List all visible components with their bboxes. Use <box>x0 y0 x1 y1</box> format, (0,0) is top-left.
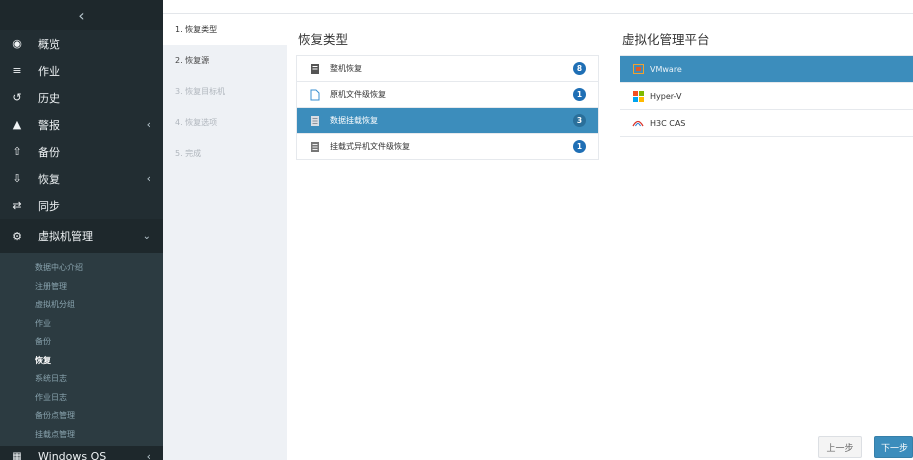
sidebar-item-dashboard[interactable]: ◉ 概览 <box>0 30 163 57</box>
history-icon: ↺ <box>12 91 22 104</box>
platform-label: Hyper-V <box>650 91 682 101</box>
sidebar-item-label: Windows OS <box>38 449 107 460</box>
file-icon <box>309 89 321 101</box>
platform-label: VMware <box>650 64 682 74</box>
restore-type-item[interactable]: 数据挂载恢复 3 <box>297 108 598 134</box>
database-mount-icon <box>309 115 321 127</box>
platform-panel: 虚拟化管理平台 VMware Hyper-V H3C CAS <box>620 30 913 137</box>
count-badge: 1 <box>573 140 586 153</box>
mount-file-icon <box>309 141 321 153</box>
restore-type-title: 恢复类型 <box>298 32 349 47</box>
restore-type-item[interactable]: 整机恢复 8 <box>297 56 598 82</box>
restore-type-label: 数据挂载恢复 <box>330 116 378 125</box>
wizard-step[interactable]: 4. 恢复选项 <box>163 107 287 138</box>
restore-type-list: 整机恢复 8 原机文件级恢复 1 数据挂载恢复 3 挂载式异机文件级恢复 1 <box>296 55 599 160</box>
restore-type-item[interactable]: 挂载式异机文件级恢复 1 <box>297 134 598 160</box>
sync-icon: ⇄ <box>12 199 22 212</box>
submenu-item[interactable]: 系统日志 <box>0 370 163 389</box>
restore-type-label: 挂载式异机文件级恢复 <box>330 142 410 151</box>
sidebar: ‹ ◉ 概览 ≡ 作业 ↺ 历史 ▲ 警报 ‹ ⇧ 备份 ⇩ 恢复 ‹ ⇄ 同步 ⚙ 虚拟机管理 ⌄ 数据中心… <box>0 0 163 460</box>
sidebar-item-label: 同步 <box>38 199 60 213</box>
count-badge: 8 <box>573 62 586 75</box>
submenu-item[interactable]: 虚拟机分组 <box>0 296 163 315</box>
sidebar-item-label: 作业 <box>38 64 60 78</box>
sidebar-item-label: 虚拟机管理 <box>38 230 93 243</box>
sidebar-item-vm-management[interactable]: ⚙ 虚拟机管理 ⌄ <box>0 219 163 253</box>
sidebar-item-sync[interactable]: ⇄ 同步 <box>0 192 163 219</box>
sidebar-nav: ◉ 概览 ≡ 作业 ↺ 历史 ▲ 警报 ‹ ⇧ 备份 ⇩ 恢复 ‹ ⇄ 同步 <box>0 30 163 219</box>
sidebar-item-label: 历史 <box>38 91 60 105</box>
submenu-item[interactable]: 作业日志 <box>0 389 163 408</box>
wizard-step[interactable]: 2. 恢复源 <box>163 45 287 76</box>
vmware-icon <box>632 63 644 75</box>
chevron-left-icon: ‹ <box>146 118 151 131</box>
wizard-step[interactable]: 5. 完成 <box>163 138 287 169</box>
chevron-left-icon: ‹ <box>146 172 151 185</box>
platform-label: H3C CAS <box>650 118 686 128</box>
restore-type-label: 原机文件级恢复 <box>330 90 386 99</box>
sidebar-item-label: 概览 <box>38 37 60 51</box>
full-machine-icon <box>309 63 321 75</box>
warning-icon: ▲ <box>12 118 22 131</box>
submenu-item[interactable]: 注册管理 <box>0 278 163 297</box>
submenu-item[interactable]: 数据中心介绍 <box>0 259 163 278</box>
h3c-cas-icon <box>632 117 644 129</box>
platform-title: 虚拟化管理平台 <box>622 32 710 47</box>
count-badge: 3 <box>573 114 586 127</box>
count-badge: 1 <box>573 88 586 101</box>
windows-icon: ▦ <box>12 450 22 460</box>
platform-item[interactable]: H3C CAS <box>620 110 913 137</box>
list-icon: ≡ <box>12 64 22 77</box>
restore-type-panel: 恢复类型 整机恢复 8 原机文件级恢复 1 数据挂载恢复 3 挂载式异机文件级恢复 1 <box>296 30 599 160</box>
chevron-left-icon: ‹ <box>146 449 151 460</box>
vm-management-icon: ⚙ <box>12 229 22 243</box>
wizard-steps: 1. 恢复类型 2. 恢复源 3. 恢复目标机 4. 恢复选项 5. 完成 <box>163 14 287 460</box>
prev-button[interactable]: 上一步 <box>818 436 862 458</box>
sidebar-item-history[interactable]: ↺ 历史 <box>0 84 163 111</box>
sidebar-item-label: 恢复 <box>38 172 60 186</box>
wizard-step[interactable]: 1. 恢复类型 <box>163 14 287 45</box>
sidebar-item-warning[interactable]: ▲ 警报 ‹ <box>0 111 163 138</box>
upload-icon: ⇧ <box>12 145 22 158</box>
platform-item[interactable]: VMware <box>620 56 913 83</box>
submenu-item[interactable]: 恢复 <box>0 352 163 371</box>
submenu-item[interactable]: 备份点管理 <box>0 407 163 426</box>
sidebar-item-download[interactable]: ⇩ 恢复 ‹ <box>0 165 163 192</box>
sidebar-item-list[interactable]: ≡ 作业 <box>0 57 163 84</box>
download-icon: ⇩ <box>12 172 22 185</box>
next-button[interactable]: 下一步 <box>874 436 913 458</box>
chevron-down-icon: ⌄ <box>142 230 151 242</box>
app-root: ‹ ◉ 概览 ≡ 作业 ↺ 历史 ▲ 警报 ‹ ⇧ 备份 ⇩ 恢复 ‹ ⇄ 同步 ⚙ 虚拟机管理 ⌄ 数据中心… <box>0 0 913 460</box>
sidebar-toggle[interactable]: ‹ <box>0 0 163 30</box>
vm-submenu: 数据中心介绍 注册管理 虚拟机分组 作业 备份 恢复 系统日志 作业日志 备份点管理 挂载点管理 <box>0 253 163 448</box>
sidebar-item-label: 备份 <box>38 145 60 159</box>
platform-item[interactable]: Hyper-V <box>620 83 913 110</box>
sidebar-item-upload[interactable]: ⇧ 备份 <box>0 138 163 165</box>
sidebar-item-windows-os[interactable]: ▦ Windows OS ‹ <box>0 446 163 460</box>
submenu-item[interactable]: 备份 <box>0 333 163 352</box>
chevron-left-icon[interactable]: ‹ <box>78 6 84 25</box>
sidebar-item-label: 警报 <box>38 118 60 132</box>
restore-type-item[interactable]: 原机文件级恢复 1 <box>297 82 598 108</box>
restore-type-label: 整机恢复 <box>330 64 362 73</box>
wizard-step[interactable]: 3. 恢复目标机 <box>163 76 287 107</box>
hyperv-icon <box>632 90 644 102</box>
submenu-item[interactable]: 挂载点管理 <box>0 426 163 445</box>
submenu-item[interactable]: 作业 <box>0 315 163 334</box>
dashboard-icon: ◉ <box>12 37 22 50</box>
platform-list: VMware Hyper-V H3C CAS <box>620 55 913 137</box>
